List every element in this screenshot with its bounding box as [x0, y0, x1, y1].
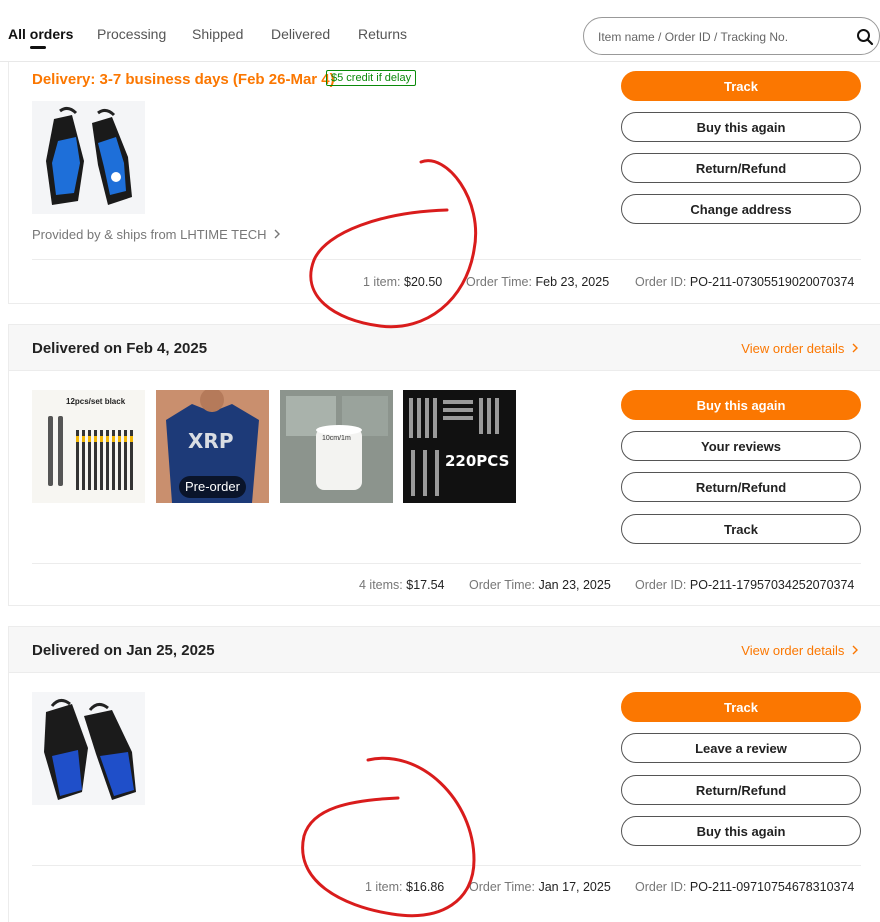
items-label: 4 items: [359, 578, 403, 592]
order-status: Delivered on Feb 4, 2025 [32, 340, 208, 357]
order-id-value: PO-211-07305519020070374 [689, 275, 855, 289]
order-time: Order Time: Feb 23, 2025 [466, 275, 609, 289]
order-divider [32, 865, 861, 866]
order-time-label: Order Time: [466, 275, 532, 289]
tape-roll-image: 10cm/1m [280, 390, 393, 503]
order-time-label: Order Time: [469, 578, 535, 592]
gel-pens-image: 12pcs/set black [32, 390, 145, 503]
order-time: Order Time: Jan 17, 2025 [469, 880, 611, 894]
order-id: Order ID: PO-211-17957034252070374 [635, 578, 854, 592]
items-label: 1 item: [365, 880, 403, 894]
delivery-estimate: Delivery: 3-7 business days (Feb 26-Mar … [32, 71, 335, 88]
tape-roll-label: 10cm/1m [322, 435, 351, 442]
track-button[interactable]: Track [621, 692, 861, 722]
items-total: $20.50 [404, 275, 443, 289]
order-card: Delivery: 3-7 business days (Feb 26-Mar … [8, 62, 880, 304]
buy-again-button[interactable]: Buy this again [621, 816, 861, 846]
preorder-badge: Pre-order [179, 476, 246, 498]
chevron-right-icon [274, 229, 281, 239]
return-refund-button[interactable]: Return/Refund [621, 472, 861, 502]
order-id-label: Order ID: [635, 578, 687, 592]
tab-returns[interactable]: Returns [358, 26, 407, 42]
swim-fins-image [32, 692, 145, 805]
order-card-header: Delivered on Jan 25, 2025 View order det… [9, 627, 880, 673]
view-order-details-text: View order details [741, 341, 845, 356]
items-total: $16.86 [406, 880, 445, 894]
product-thumbnail-pens[interactable]: 12pcs/set black [32, 390, 145, 503]
order-id-value: PO-211-09710754678310374 [689, 880, 855, 894]
order-id: Order ID: PO-211-07305519020070374 [635, 275, 854, 289]
buy-again-button[interactable]: Buy this again [621, 390, 861, 420]
order-id: Order ID: PO-211-09710754678310374 [635, 880, 854, 894]
order-id-label: Order ID: [635, 880, 687, 894]
seller-info-text: Provided by & ships from LHTIME TECH [32, 227, 267, 242]
order-status: Delivered on Jan 25, 2025 [32, 642, 215, 659]
order-tabs-bar: All orders Processing Shipped Delivered … [0, 0, 880, 62]
order-item-count: 1 item: $16.86 [365, 880, 444, 894]
order-time-value: Feb 23, 2025 [535, 275, 610, 289]
order-card-header: Delivered on Feb 4, 2025 View order deta… [9, 325, 880, 371]
return-refund-button[interactable]: Return/Refund [621, 775, 861, 805]
tab-processing[interactable]: Processing [97, 26, 166, 42]
your-reviews-button[interactable]: Your reviews [621, 431, 861, 461]
product-thumbnail-tshirt[interactable]: XRP Pre-order [156, 390, 269, 503]
chevron-right-icon [852, 645, 858, 655]
tab-all-orders[interactable]: All orders [8, 26, 73, 42]
return-refund-button[interactable]: Return/Refund [621, 153, 861, 183]
order-id-value: PO-211-17957034252070374 [689, 578, 855, 592]
order-divider [32, 563, 861, 564]
cotter-pins-image: 220PCS [403, 390, 516, 503]
items-label: 1 item: [363, 275, 401, 289]
order-time-value: Jan 17, 2025 [538, 880, 611, 894]
tab-shipped[interactable]: Shipped [192, 26, 243, 42]
view-order-details-link[interactable]: View order details [741, 643, 859, 658]
product-thumbnail-fins-blue[interactable] [32, 101, 145, 214]
active-tab-indicator [30, 46, 46, 49]
items-total: $17.54 [406, 578, 445, 592]
track-button[interactable]: Track [621, 71, 861, 101]
chevron-right-icon [852, 343, 858, 353]
order-item-count: 4 items: $17.54 [359, 578, 444, 592]
delay-credit-badge: $5 credit if delay [326, 70, 417, 86]
order-divider [32, 259, 861, 260]
order-item-count: 1 item: $20.50 [363, 275, 442, 289]
order-id-label: Order ID: [635, 275, 687, 289]
order-card: Delivered on Jan 25, 2025 View order det… [8, 626, 880, 922]
buy-again-button[interactable]: Buy this again [621, 112, 861, 142]
view-order-details-text: View order details [741, 643, 845, 658]
order-time-label: Order Time: [469, 880, 535, 894]
view-order-details-link[interactable]: View order details [741, 341, 859, 356]
tab-delivered[interactable]: Delivered [271, 26, 330, 42]
order-card: Delivered on Feb 4, 2025 View order deta… [8, 324, 880, 606]
search-icon[interactable] [855, 27, 875, 47]
product-thumbnail-cotter-pins[interactable]: 220PCS [403, 390, 516, 503]
shirt-print-text: XRP [188, 429, 233, 453]
pins-count-text: 220PCS [445, 452, 509, 470]
product-thumbnail-fins-black[interactable] [32, 692, 145, 805]
track-button[interactable]: Track [621, 514, 861, 544]
order-time-value: Jan 23, 2025 [538, 578, 611, 592]
search-input[interactable] [598, 27, 838, 47]
change-address-button[interactable]: Change address [621, 194, 861, 224]
swim-fins-image [32, 101, 145, 214]
order-time: Order Time: Jan 23, 2025 [469, 578, 611, 592]
leave-review-button[interactable]: Leave a review [621, 733, 861, 763]
pens-caption: 12pcs/set black [66, 397, 126, 406]
order-search-box[interactable] [583, 17, 880, 55]
product-thumbnail-tape-roll[interactable]: 10cm/1m [280, 390, 393, 503]
seller-info-link[interactable]: Provided by & ships from LHTIME TECH [32, 227, 281, 242]
